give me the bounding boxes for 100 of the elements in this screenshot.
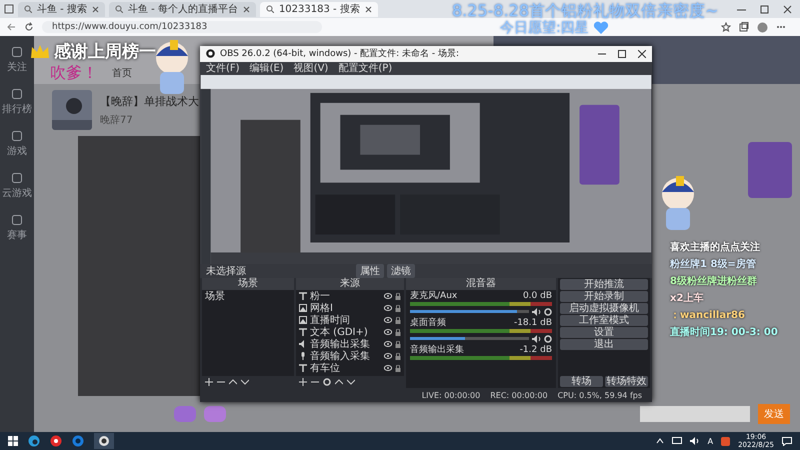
lock-icon[interactable] <box>395 316 401 324</box>
chat-input[interactable] <box>640 406 750 422</box>
lock-icon[interactable] <box>395 304 401 312</box>
sidebar-item[interactable]: 排行榜 <box>2 88 32 116</box>
sidebar-item[interactable]: 赛事 <box>7 214 27 242</box>
lock-icon[interactable] <box>395 292 401 300</box>
crown-icon <box>30 44 50 60</box>
cheer-text: 吹爹！ <box>50 63 98 84</box>
refresh-icon[interactable] <box>24 22 34 32</box>
home-link[interactable]: 首页 <box>112 66 132 80</box>
close-icon[interactable] <box>638 50 646 58</box>
live-status: LIVE: 00:00:00 <box>422 390 480 400</box>
profile-icon[interactable] <box>757 22 768 32</box>
app-tray-icon[interactable] <box>721 436 730 446</box>
address-bar[interactable]: https://www.douyu.com/10233183 <box>42 21 322 33</box>
performance-status: CPU: 0.5%, 59.94 fps <box>558 390 642 400</box>
gift-panel <box>748 142 792 198</box>
source-item[interactable]: 粉一 <box>310 289 330 304</box>
source-item[interactable]: 文本 (GDI+) <box>310 325 368 340</box>
caret-icon[interactable] <box>656 438 664 444</box>
collections-icon[interactable] <box>739 22 749 32</box>
volume-icon[interactable] <box>690 437 700 445</box>
eye-icon[interactable] <box>384 304 392 311</box>
back-icon[interactable] <box>6 22 16 32</box>
close-icon[interactable] <box>364 6 372 12</box>
lock-icon[interactable] <box>395 352 401 360</box>
dock-title: 场景 <box>202 278 294 290</box>
channel-reading: -18.1 dB <box>514 318 552 328</box>
control-button[interactable]: 退出 <box>560 339 648 350</box>
up-icon[interactable] <box>229 378 237 386</box>
lock-icon[interactable] <box>395 328 401 336</box>
menu-item[interactable]: 文件(F) <box>206 61 240 76</box>
browser-tab[interactable]: 斗鱼 - 每个人的直播平台 <box>108 2 256 16</box>
image-source-icon <box>299 304 307 312</box>
transition-button[interactable]: 转场特效 <box>605 376 648 388</box>
eye-icon[interactable] <box>384 352 392 359</box>
eye-icon[interactable] <box>384 364 392 371</box>
transition-button[interactable]: 转场 <box>560 376 603 388</box>
browser-tab[interactable]: 10233183 - 搜索 <box>260 2 378 16</box>
channel-name: 麦克风/Aux <box>410 291 458 302</box>
dock-title: 混音器 <box>406 278 556 290</box>
eye-icon[interactable] <box>384 292 392 299</box>
music-app-icon[interactable] <box>50 435 62 447</box>
chat-overlay-line: 粉丝牌1 8级=房管 <box>668 257 757 271</box>
eye-icon[interactable] <box>384 340 392 347</box>
up-icon[interactable] <box>335 378 343 386</box>
browser-icon[interactable] <box>28 435 40 447</box>
source-item[interactable]: 音频输出采集 <box>310 337 370 352</box>
eye-icon[interactable] <box>384 316 392 323</box>
source-item[interactable]: 音频输入采集 <box>310 349 370 364</box>
control-button[interactable]: 开始录制 <box>560 291 648 302</box>
nav-icon <box>11 214 23 226</box>
app-icon[interactable] <box>72 435 84 447</box>
lock-icon[interactable] <box>395 340 401 348</box>
scene-item[interactable]: 场景 <box>202 290 294 302</box>
close-icon[interactable] <box>242 6 250 12</box>
sidebar-item[interactable]: 云游戏 <box>2 172 32 200</box>
start-icon[interactable] <box>8 436 18 446</box>
settings-icon[interactable] <box>323 378 331 386</box>
obs-icon[interactable] <box>94 433 114 449</box>
tab-actions-icon[interactable] <box>4 4 14 14</box>
lock-icon[interactable] <box>395 364 401 372</box>
speaker-icon[interactable] <box>532 308 541 316</box>
eye-icon[interactable] <box>384 328 392 335</box>
sidebar-item[interactable]: 关注 <box>7 46 27 74</box>
control-button[interactable]: 设置 <box>560 327 648 338</box>
add-icon[interactable] <box>299 378 307 386</box>
control-button[interactable]: 启动虚拟摄像机 <box>560 303 648 314</box>
network-icon[interactable] <box>672 437 682 445</box>
input-method[interactable]: A <box>708 436 714 446</box>
source-item[interactable]: 直播时间 <box>310 313 350 328</box>
sidebar-item[interactable]: 游戏 <box>7 130 27 158</box>
settings-icon[interactable] <box>544 308 552 316</box>
browser-tab[interactable]: 斗鱼 - 搜索 <box>18 2 105 16</box>
down-icon[interactable] <box>347 378 355 386</box>
microphone-icon <box>299 352 307 360</box>
down-icon[interactable] <box>241 378 249 386</box>
source-button[interactable]: 属性 <box>356 264 384 278</box>
add-icon[interactable] <box>205 378 213 386</box>
search-icon <box>114 5 123 13</box>
volume-slider[interactable] <box>410 337 529 340</box>
menu-item[interactable]: 配置文件(P) <box>338 61 392 76</box>
control-button[interactable]: 工作室模式 <box>560 315 648 326</box>
source-item[interactable]: 有车位 <box>310 361 340 376</box>
source-button[interactable]: 滤镜 <box>387 264 415 278</box>
maximize-icon[interactable] <box>618 50 626 58</box>
favorite-icon[interactable] <box>721 22 731 32</box>
volume-fill[interactable] <box>410 337 465 340</box>
menu-item[interactable]: 编辑(E) <box>250 61 284 76</box>
notification-icon[interactable] <box>782 436 792 446</box>
control-button[interactable]: 开始推流 <box>560 279 648 290</box>
search-icon <box>24 5 32 13</box>
source-item[interactable]: 网格I <box>310 301 333 316</box>
close-icon[interactable] <box>783 4 792 14</box>
maximize-icon[interactable] <box>760 4 769 14</box>
speaker-icon[interactable] <box>532 334 541 343</box>
settings-icon[interactable] <box>544 334 552 343</box>
rec-status: REC: 00:00:00 <box>490 390 548 400</box>
close-icon[interactable] <box>92 6 99 12</box>
menu-item[interactable]: 视图(V) <box>294 61 328 76</box>
